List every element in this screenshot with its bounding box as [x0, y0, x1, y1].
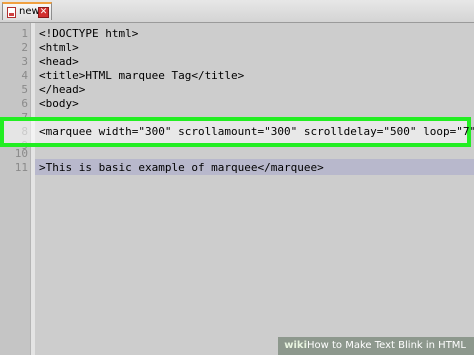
watermark-brand: wiki [284, 340, 308, 351]
code-editor[interactable]: 1 2 3 4 5 6 7 8 9 10 11 <!DOCTYPE html> … [0, 23, 474, 355]
tab-new-2[interactable]: new 2 ✕ [2, 2, 52, 20]
line-number: 5 [21, 83, 28, 96]
line-number-gutter: 1 2 3 4 5 6 7 8 9 10 11 [0, 23, 30, 355]
line-number: 6 [21, 97, 28, 110]
editor-window: new 2 ✕ 1 2 3 4 5 6 7 8 9 10 11 <!DOCTYP… [0, 0, 474, 355]
code-line[interactable]: </head> [39, 83, 85, 97]
watermark-text: How to Make Text Blink in HTML [307, 340, 466, 351]
line-number: 4 [21, 69, 28, 82]
code-line[interactable]: <head> [39, 55, 79, 69]
tab-bar: new 2 ✕ [0, 0, 474, 23]
wikihow-watermark: wikiHow to Make Text Blink in HTML [278, 337, 474, 355]
code-line[interactable]: <title>HTML marquee Tag</title> [39, 69, 244, 83]
code-line[interactable]: >This is basic example of marquee</marqu… [39, 161, 324, 175]
code-line[interactable]: <body> [39, 97, 79, 111]
close-icon[interactable]: ✕ [38, 7, 49, 18]
code-line[interactable]: <html> [39, 41, 79, 55]
file-icon [7, 7, 16, 18]
fold-margin [30, 23, 35, 355]
code-line-marquee[interactable]: <marquee width="300" scrollamount="300" … [39, 125, 474, 139]
line-number: 3 [21, 55, 28, 68]
line-number: 10 [14, 147, 28, 160]
line-number: 2 [21, 41, 28, 54]
code-line[interactable]: <!DOCTYPE html> [39, 27, 138, 41]
line-number: 11 [14, 161, 28, 174]
line-number: 1 [21, 27, 28, 40]
